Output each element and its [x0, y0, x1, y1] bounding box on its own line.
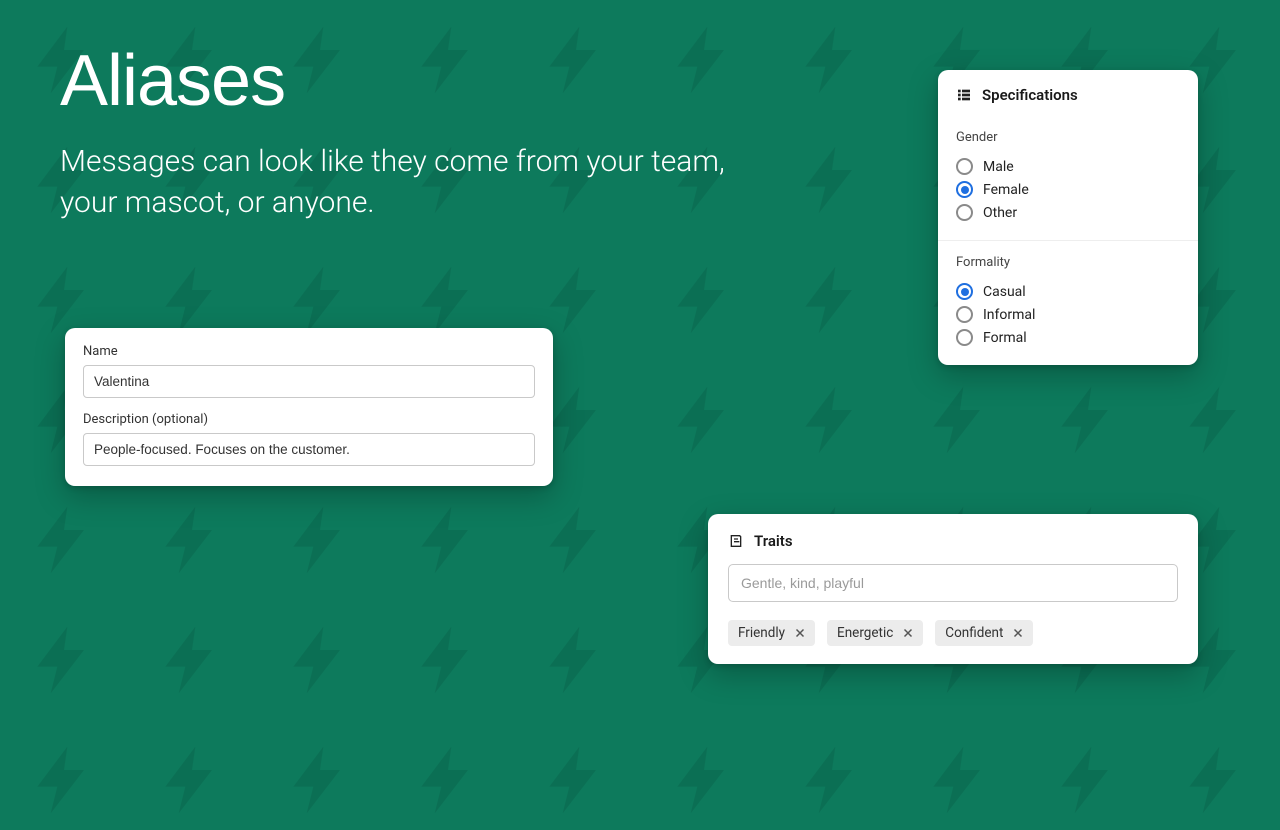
specifications-icon [956, 87, 972, 103]
traits-input[interactable] [728, 564, 1178, 602]
formality-option-label: Casual [983, 284, 1026, 300]
gender-option-other[interactable]: Other [956, 201, 1180, 224]
gender-section: Gender Male Female Other [938, 116, 1198, 240]
hero-section: Aliases Messages can look like they come… [60, 40, 780, 223]
radio-icon [956, 283, 973, 300]
traits-card: Traits Friendly Energetic Confident [708, 514, 1198, 664]
alias-name-card: Name Description (optional) [65, 328, 553, 486]
radio-icon [956, 329, 973, 346]
specifications-title: Specifications [982, 86, 1078, 104]
trait-tag-energetic: Energetic [827, 620, 923, 646]
gender-option-female[interactable]: Female [956, 178, 1180, 201]
gender-option-label: Female [983, 182, 1029, 198]
trait-tag-label: Friendly [738, 625, 785, 641]
formality-option-label: Informal [983, 307, 1035, 323]
name-label: Name [83, 344, 535, 359]
traits-header: Traits [708, 514, 1198, 560]
trait-tag-label: Confident [945, 625, 1003, 641]
close-icon[interactable] [1011, 626, 1025, 640]
specifications-card: Specifications Gender Male Female Other … [938, 70, 1198, 365]
gender-option-label: Male [983, 159, 1014, 175]
name-input[interactable] [83, 365, 535, 398]
formality-option-label: Formal [983, 330, 1027, 346]
close-icon[interactable] [901, 626, 915, 640]
name-field-group: Name [83, 344, 535, 398]
page-title: Aliases [60, 40, 780, 122]
radio-icon [956, 204, 973, 221]
formality-option-informal[interactable]: Informal [956, 303, 1180, 326]
specifications-header: Specifications [938, 70, 1198, 116]
traits-icon [728, 533, 744, 549]
radio-icon [956, 158, 973, 175]
traits-title: Traits [754, 532, 793, 550]
radio-icon [956, 306, 973, 323]
close-icon[interactable] [793, 626, 807, 640]
formality-label: Formality [956, 255, 1180, 270]
formality-section: Formality Casual Informal Formal [938, 240, 1198, 365]
trait-tag-confident: Confident [935, 620, 1033, 646]
gender-option-label: Other [983, 205, 1017, 221]
formality-option-casual[interactable]: Casual [956, 280, 1180, 303]
traits-body: Friendly Energetic Confident [708, 560, 1198, 646]
trait-tag-label: Energetic [837, 625, 893, 641]
traits-tag-row: Friendly Energetic Confident [728, 620, 1178, 646]
description-field-group: Description (optional) [83, 412, 535, 466]
trait-tag-friendly: Friendly [728, 620, 815, 646]
description-input[interactable] [83, 433, 535, 466]
gender-option-male[interactable]: Male [956, 155, 1180, 178]
description-label: Description (optional) [83, 412, 535, 427]
formality-option-formal[interactable]: Formal [956, 326, 1180, 349]
radio-icon [956, 181, 973, 198]
page-subtitle: Messages can look like they come from yo… [60, 142, 780, 223]
gender-label: Gender [956, 130, 1180, 145]
